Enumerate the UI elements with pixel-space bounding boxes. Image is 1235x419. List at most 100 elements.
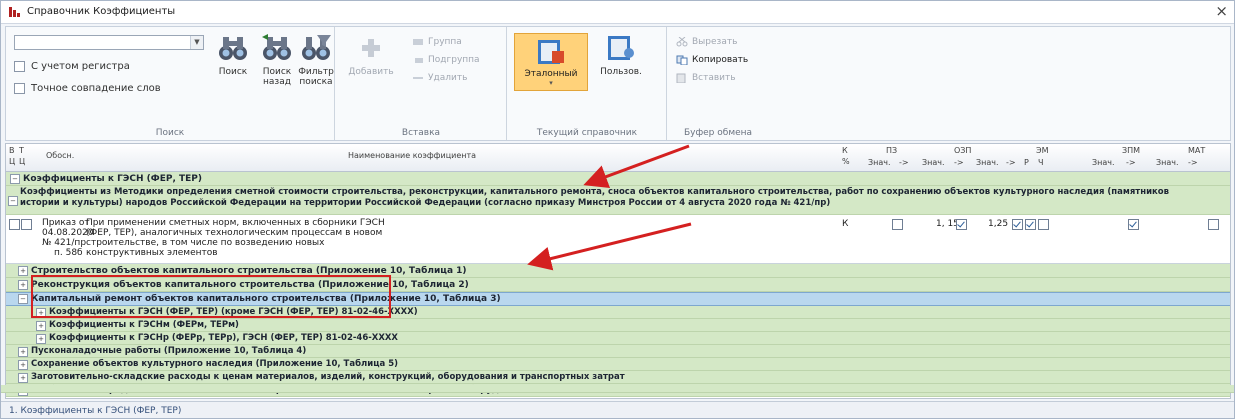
tree-row-gesn-except-46[interactable]: + Коэффициенты к ГЭСН (ФЕР, ТЕР) (кроме Г… <box>6 306 1230 319</box>
collapse-icon[interactable]: − <box>8 196 18 206</box>
expand-icon[interactable]: + <box>18 266 28 276</box>
header-zpm-arrow: -> <box>1126 158 1136 167</box>
header-ozp-val: Знач. <box>922 158 945 167</box>
copy-button-label: Копировать <box>692 55 749 65</box>
user-reference-button[interactable]: Пользов. <box>594 33 648 77</box>
coefficient-k: К <box>842 219 849 229</box>
search-combo[interactable]: ▼ <box>14 35 204 50</box>
expand-icon[interactable]: + <box>18 280 28 290</box>
delete-button[interactable]: Удалить <box>412 73 467 83</box>
subgroup-button[interactable]: Подгруппа <box>412 55 480 65</box>
filter-binoculars-icon <box>299 33 333 63</box>
grid-header: В Т Ц Ц Обосн. Наименование коэффициента… <box>6 144 1230 172</box>
copy-button[interactable]: Копировать <box>676 55 749 66</box>
tree-row-gesnm[interactable]: + Коэффициенты к ГЭСНм (ФЕРм, ТЕРм) <box>6 319 1230 332</box>
binoculars-icon <box>216 33 250 63</box>
pz-checkbox[interactable] <box>892 219 903 230</box>
basis-line-3: № 421/пр <box>42 238 87 248</box>
minus-icon <box>412 73 424 83</box>
tree-row-table-1[interactable]: + Строительство объектов капитального стр… <box>6 264 1230 278</box>
insert-group: Добавить Группа Подгруппа Удалить Вставк… <box>336 27 507 140</box>
tree-row-gesn[interactable]: − Коэффициенты к ГЭСН (ФЕР, ТЕР) <box>6 172 1230 186</box>
header-em-r: Р <box>1024 158 1029 167</box>
header-col-t[interactable]: Т <box>19 146 24 155</box>
header-col-v[interactable]: В <box>9 146 15 155</box>
header-pz-val: Знач. <box>868 158 891 167</box>
header-k[interactable]: К <box>842 146 848 155</box>
tree-row-procurement[interactable]: + Заготовительно-складские расходы к цена… <box>6 371 1230 384</box>
cut-button[interactable]: Вырезать <box>676 36 737 47</box>
row-checkbox-v[interactable] <box>9 219 20 230</box>
coefficients-window: Справочник Коэффициенты × ▼ С учетом рег… <box>0 0 1235 419</box>
whole-word-checkbox[interactable]: Точное совпадение слов <box>14 83 161 94</box>
header-em-arrow: -> <box>1006 158 1016 167</box>
group-icon <box>412 37 424 47</box>
basis-line-1: Приказ от <box>42 218 90 228</box>
ribbon: ▼ С учетом регистра Точное совпадение сл… <box>5 26 1231 141</box>
header-name[interactable]: Наименование коэффициента <box>348 151 476 160</box>
em-arrow-checkbox[interactable] <box>1012 219 1023 230</box>
tree-row-gesnr[interactable]: + Коэффициенты к ГЭСНр (ФЕРр, ТЕРр), ГЭСН… <box>6 332 1230 345</box>
header-mat-arrow: -> <box>1188 158 1198 167</box>
expand-icon[interactable]: + <box>36 307 46 318</box>
expand-icon[interactable]: + <box>18 372 28 383</box>
coefficient-name: При применении сметных норм, включенных … <box>86 218 385 258</box>
whole-word-checkbox-label: Точное совпадение слов <box>31 83 161 94</box>
mat-checkbox[interactable] <box>1208 219 1219 230</box>
zpm-checkbox[interactable] <box>1128 219 1139 230</box>
header-mat[interactable]: МАТ <box>1188 146 1205 155</box>
header-pz[interactable]: ПЗ <box>886 146 897 155</box>
em-r-checkbox[interactable] <box>1025 219 1036 230</box>
etalon-button[interactable]: Эталонный ▾ <box>514 33 588 91</box>
status-text: 1. Коэффициенты к ГЭСН (ФЕР, ТЕР) <box>9 406 182 416</box>
case-checkbox-box[interactable] <box>14 61 25 72</box>
filter-label-2: поиска <box>299 77 333 87</box>
case-checkbox-label: С учетом регистра <box>31 61 130 72</box>
header-ozp[interactable]: ОЗП <box>954 146 971 155</box>
group-button[interactable]: Группа <box>412 37 462 47</box>
add-button[interactable]: Добавить <box>344 33 398 77</box>
paste-button[interactable]: Вставить <box>676 73 736 84</box>
window-title: Справочник Коэффициенты <box>27 6 176 17</box>
em-ch-checkbox[interactable] <box>1038 219 1049 230</box>
whole-word-checkbox-box[interactable] <box>14 83 25 94</box>
em-value[interactable]: 1,25 <box>988 219 1008 229</box>
tree-row-table-5[interactable]: + Сохранение объектов культурного наследи… <box>6 358 1230 371</box>
ozp-checkbox[interactable] <box>956 219 967 230</box>
collapse-icon[interactable]: − <box>18 294 28 304</box>
header-em-val: Знач. <box>976 158 999 167</box>
row-checkbox-t[interactable] <box>21 219 32 230</box>
paste-button-label: Вставить <box>692 73 736 83</box>
etalon-chevron-icon[interactable]: ▾ <box>515 79 587 87</box>
search-group: ▼ С учетом регистра Точное совпадение сл… <box>6 27 335 140</box>
chevron-down-icon[interactable]: ▼ <box>190 36 203 49</box>
collapse-icon[interactable]: − <box>10 174 20 184</box>
filter-search-button[interactable]: Фильтр поиска <box>294 33 338 87</box>
reference-group: Эталонный ▾ Пользов. Текущий справочник <box>508 27 667 140</box>
expand-icon[interactable]: + <box>36 333 46 344</box>
grid-filler <box>1 385 1234 393</box>
close-button[interactable]: × <box>1215 2 1228 20</box>
case-sensitive-checkbox[interactable]: С учетом регистра <box>14 61 130 72</box>
tree-row-methodology-421[interactable]: − Коэффициенты из Методики определения с… <box>6 186 1230 215</box>
header-zpm[interactable]: ЗПМ <box>1122 146 1140 155</box>
etalon-book-icon <box>534 37 568 67</box>
delete-button-label: Удалить <box>428 73 468 83</box>
header-basis[interactable]: Обосн. <box>46 151 74 160</box>
etalon-label: Эталонный <box>524 69 578 79</box>
clipboard-group-label: Буфер обмена <box>683 128 753 138</box>
coefficient-row-586[interactable]: Приказ от 04.08.2020 № 421/пр п. 58б При… <box>6 215 1230 264</box>
header-em[interactable]: ЭМ <box>1036 146 1049 155</box>
header-col-ts1: Ц <box>9 157 16 166</box>
expand-icon[interactable]: + <box>36 320 46 331</box>
expand-icon[interactable]: + <box>18 359 28 370</box>
tree-row-table-4[interactable]: + Пусконаладочные работы (Приложение 10, … <box>6 345 1230 358</box>
expand-icon[interactable]: + <box>18 346 28 357</box>
coefficients-grid: В Т Ц Ц Обосн. Наименование коэффициента… <box>5 143 1231 399</box>
status-bar: 1. Коэффициенты к ГЭСН (ФЕР, ТЕР) <box>1 401 1234 418</box>
tree-row-table-3[interactable]: − Капитальный ремонт объектов капитальног… <box>6 292 1230 306</box>
subgroup-button-label: Подгруппа <box>428 55 480 65</box>
header-mat-val: Знач. <box>1156 158 1179 167</box>
tree-row-table-2[interactable]: + Реконструкция объектов капитального стр… <box>6 278 1230 292</box>
user-book-icon <box>604 33 638 63</box>
